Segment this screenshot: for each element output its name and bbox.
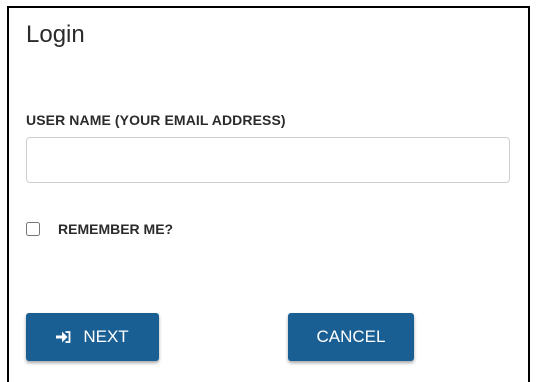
remember-me-row: REMEMBER ME? — [26, 221, 173, 237]
login-panel: Login USER NAME (YOUR EMAIL ADDRESS) REM… — [7, 6, 530, 382]
next-button-label: NEXT — [83, 327, 129, 346]
username-input[interactable] — [26, 137, 510, 183]
sign-in-icon — [56, 331, 71, 343]
username-label: USER NAME (YOUR EMAIL ADDRESS) — [26, 112, 286, 128]
remember-me-label: REMEMBER ME? — [58, 221, 174, 237]
cancel-button-label: CANCEL — [316, 327, 386, 346]
page-title: Login — [26, 21, 85, 48]
remember-me-checkbox[interactable] — [26, 222, 40, 236]
cancel-button[interactable]: CANCEL — [288, 313, 414, 361]
next-button[interactable]: NEXT — [26, 313, 159, 361]
